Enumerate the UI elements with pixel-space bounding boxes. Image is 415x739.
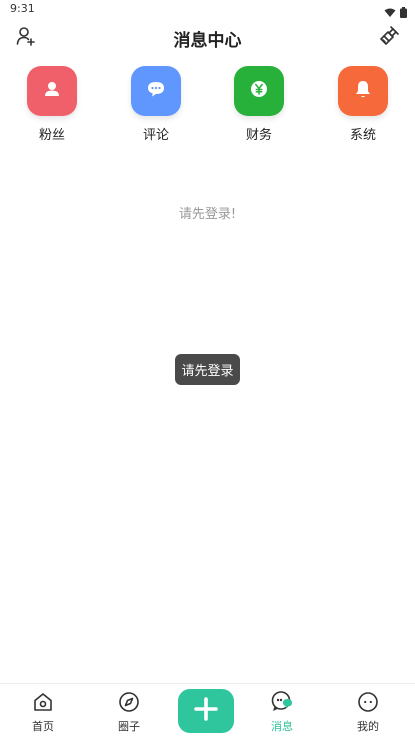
yen-coin-icon (249, 79, 269, 103)
category-system[interactable]: 系统 (328, 66, 398, 143)
compass-icon (117, 690, 141, 714)
category-finance[interactable]: 财务 (224, 66, 294, 143)
tab-label: 我的 (357, 720, 379, 733)
chat-bubble-icon (146, 80, 166, 102)
tab-profile[interactable]: 我的 (333, 684, 403, 739)
tab-label: 消息 (271, 720, 293, 733)
message-icon (270, 690, 294, 714)
post-add-button[interactable] (178, 689, 234, 733)
category-label: 财务 (245, 128, 272, 143)
toast: 请先登录 (175, 354, 240, 385)
tab-label: 首页 (32, 720, 54, 733)
broom-icon (378, 25, 400, 51)
person-icon (43, 80, 61, 102)
category-comments[interactable]: 评论 (121, 66, 191, 143)
status-bar: 9:31 (0, 0, 415, 18)
login-required-message: 请先登录! (178, 207, 237, 222)
clear-messages-button[interactable] (377, 26, 401, 50)
category-label: 系统 (349, 128, 376, 143)
bell-icon (354, 79, 372, 103)
page-title: 消息中心 (173, 31, 242, 51)
plus-icon (194, 697, 218, 725)
tab-messages[interactable]: 消息 (247, 684, 317, 739)
profile-face-icon (356, 690, 380, 714)
tab-home[interactable]: 首页 (8, 684, 78, 739)
tab-circle[interactable]: 圈子 (94, 684, 164, 739)
bottom-tab-bar: 首页 圈子 消息 我的 (0, 683, 415, 739)
header: 消息中心 (0, 20, 415, 56)
status-time: 9:31 (10, 2, 35, 15)
message-categories: 粉丝 评论 财务 系统 (0, 66, 415, 146)
home-icon (31, 690, 55, 714)
category-label: 评论 (142, 128, 169, 143)
category-label: 粉丝 (38, 128, 65, 143)
tab-label: 圈子 (118, 720, 140, 733)
category-fans[interactable]: 粉丝 (17, 66, 87, 143)
